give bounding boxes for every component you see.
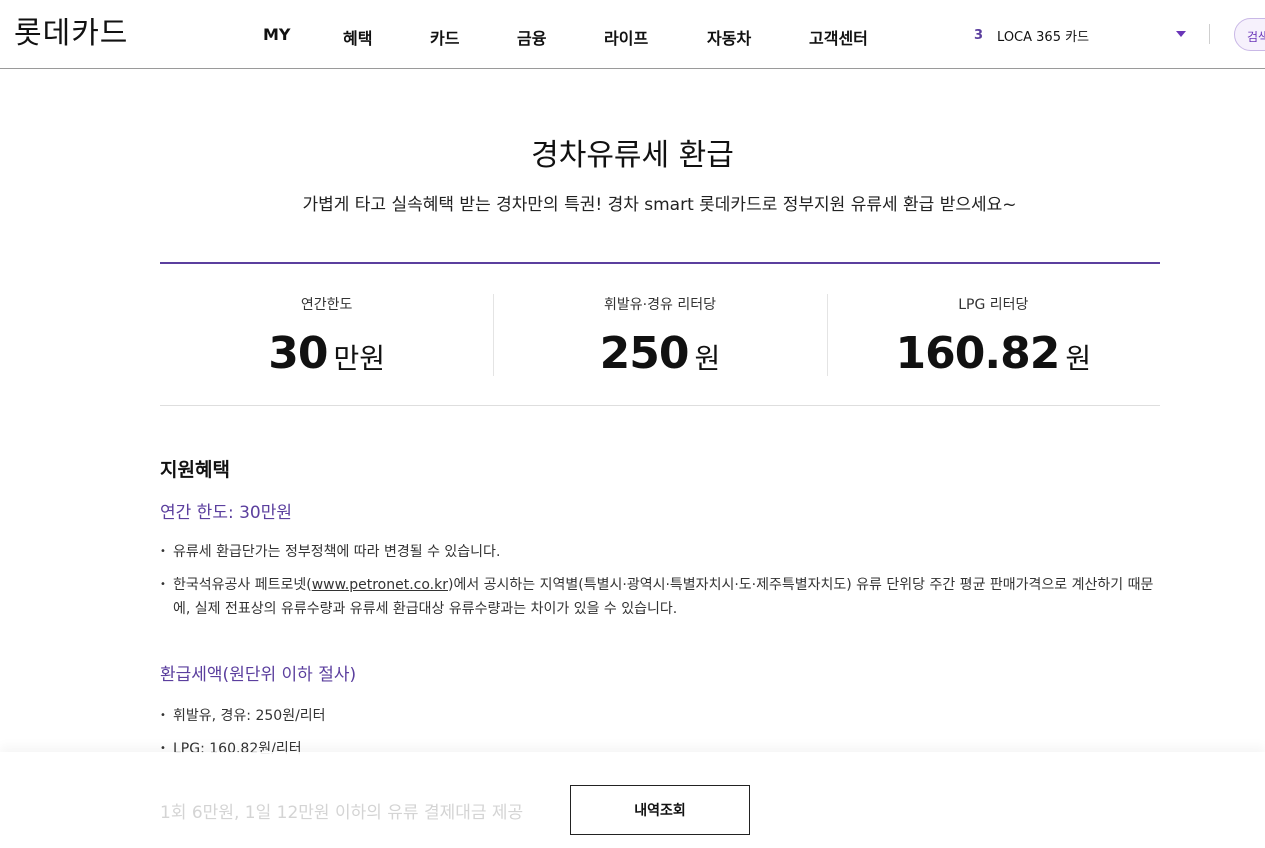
selected-card-name: LOCA 365 카드 [997,29,1090,45]
nav-item-benefits[interactable]: 혜택 [343,25,372,49]
global-header: 롯데카드 MY 혜택 카드 금융 라이프 자동차 고객센터 3 LOCA 365… [0,0,1265,69]
list-item: 한국석유공사 페트로넷(www.petronet.co.kr)에서 공시하는 지… [160,573,1160,621]
page-subtitle: 가볍게 타고 실속혜택 받는 경차만의 특권! 경차 smart 롯데카드로 정… [302,195,1017,215]
benefit-summary: 연간한도 30 만원 휘발유·경유 리터당 250 원 LPG 리터당 160.82… [160,262,1160,406]
summary-value: 250 원 [493,328,826,379]
note-text-before: 한국석유공사 페트로넷( [173,577,312,593]
summary-number: 160.82 [895,328,1061,379]
section-title-benefits: 지원혜택 [160,459,230,481]
history-inquiry-button[interactable]: 내역조회 [570,785,750,835]
petronet-link[interactable]: www.petronet.co.kr [312,577,448,593]
summary-number: 250 [599,328,690,379]
summary-value: 160.82 원 [827,328,1160,379]
search-button[interactable]: 검색 [1234,18,1265,51]
nav-item-car[interactable]: 자동차 [707,25,751,49]
summary-label: 연간한도 [300,297,353,313]
summary-label: LPG 리터당 [958,297,1029,313]
limit-notes: 유류세 환급단가는 정부정책에 따라 변경될 수 있습니다. 한국석유공사 페트… [160,540,1160,630]
summary-value: 30 만원 [160,328,493,379]
summary-gasoline-diesel: 휘발유·경유 리터당 250 원 [493,264,826,405]
summary-label: 휘발유·경유 리터당 [604,297,716,313]
nav-item-cards[interactable]: 카드 [430,25,459,49]
header-divider [1209,24,1210,44]
summary-lpg: LPG 리터당 160.82 원 [826,264,1160,405]
lotte-card-logo[interactable]: 롯데카드 [14,8,128,52]
nav-item-life[interactable]: 라이프 [604,25,648,49]
refund-tax-heading: 환급세액(원단위 이하 절사) [160,665,357,685]
dropdown-arrow-icon[interactable] [1176,31,1186,37]
card-selector[interactable]: 3 LOCA 365 카드 [968,24,1194,46]
annual-limit-heading: 연간 한도: 30만원 [160,503,293,523]
nav-item-finance[interactable]: 금융 [517,25,546,49]
card-count: 3 [974,27,984,43]
faded-heading: 1회 6만원, 1일 12만원 이하의 유류 결제대금 제공 [160,803,524,823]
summary-number: 30 [268,328,328,379]
list-item: 유류세 환급단가는 정부정책에 따라 변경될 수 있습니다. [160,540,1160,564]
summary-unit: 만원 [333,342,386,375]
nav-item-my[interactable]: MY [263,25,291,44]
list-item: 휘발유, 경유: 250원/리터 [160,704,1160,728]
summary-unit: 원 [694,342,721,375]
summary-unit: 원 [1065,342,1092,375]
page-title: 경차유류세 환급 [531,138,734,173]
nav-item-customer-center[interactable]: 고객센터 [809,25,868,49]
summary-annual-limit: 연간한도 30 만원 [160,264,493,405]
